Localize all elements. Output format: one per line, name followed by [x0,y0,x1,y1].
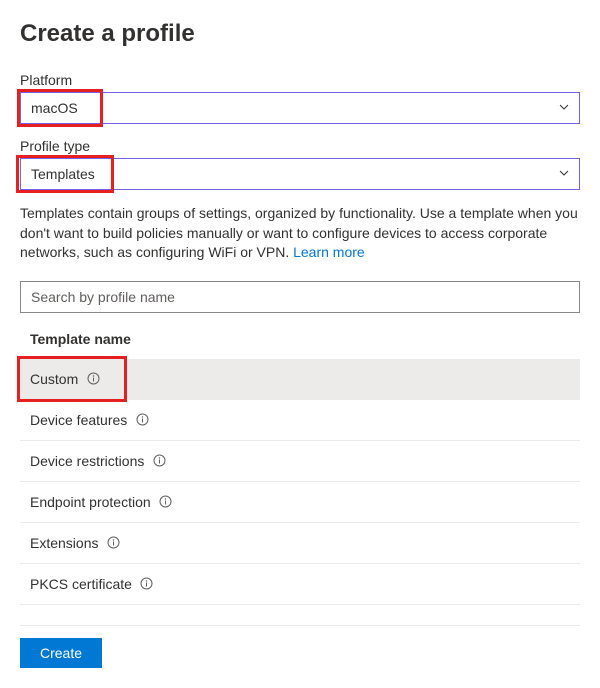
info-icon[interactable] [140,577,154,591]
info-icon[interactable] [159,495,173,509]
platform-field-group: Platform macOS [20,72,580,124]
create-button[interactable]: Create [20,638,102,668]
platform-select-wrap: macOS [20,92,580,124]
template-name: PKCS certificate [30,576,132,592]
platform-select-value: macOS [31,100,78,116]
info-icon[interactable] [135,413,149,427]
page-title: Create a profile [20,20,580,48]
profile-type-field-group: Profile type Templates [20,138,580,190]
info-icon[interactable] [152,454,166,468]
template-list: Custom Device features Device restrictio… [20,359,580,605]
profile-type-label: Profile type [20,138,580,154]
template-name: Custom [30,371,78,387]
template-name: Extensions [30,535,98,551]
profile-type-select-value: Templates [31,166,95,182]
info-icon[interactable] [106,536,120,550]
profile-type-select[interactable]: Templates [20,158,580,190]
platform-select[interactable]: macOS [20,92,580,124]
info-icon[interactable] [86,372,100,386]
template-row-pkcs-certificate[interactable]: PKCS certificate [20,564,580,605]
template-row-extensions[interactable]: Extensions [20,523,580,564]
search-input[interactable] [20,281,580,313]
platform-label: Platform [20,72,580,88]
template-row-device-features[interactable]: Device features [20,400,580,441]
template-name: Device restrictions [30,453,144,469]
template-name-column-header: Template name [20,323,580,355]
learn-more-link[interactable]: Learn more [293,244,365,260]
template-row-custom[interactable]: Custom [20,359,580,400]
template-row-endpoint-protection[interactable]: Endpoint protection [20,482,580,523]
template-name: Endpoint protection [30,494,151,510]
template-row-device-restrictions[interactable]: Device restrictions [20,441,580,482]
profile-type-select-wrap: Templates [20,158,580,190]
button-row: Create [20,625,580,668]
description-text: Templates contain groups of settings, or… [20,204,580,263]
template-name: Device features [30,412,127,428]
